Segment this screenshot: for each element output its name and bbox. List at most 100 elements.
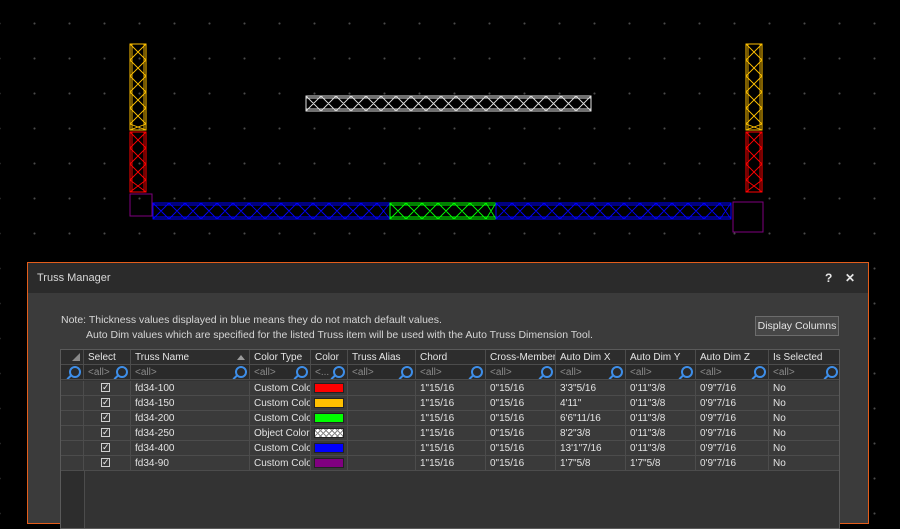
cell-auto-dim-y[interactable]: 0'11"3/8 bbox=[626, 411, 696, 426]
search-icon[interactable] bbox=[116, 366, 128, 378]
truss-bottom-left[interactable] bbox=[152, 202, 391, 220]
cell-auto-dim-z[interactable]: 0'9"7/16 bbox=[696, 396, 769, 411]
col-header-color-type[interactable]: Color Type bbox=[250, 350, 311, 365]
color-swatch[interactable] bbox=[314, 383, 344, 393]
select-cell[interactable]: ✓ bbox=[84, 441, 131, 456]
col-header-select[interactable]: Select bbox=[84, 350, 131, 365]
cell-cross-member[interactable]: 0"15/16 bbox=[486, 396, 556, 411]
cell-truss-name[interactable]: fd34-200 bbox=[131, 411, 250, 426]
cell-color[interactable] bbox=[311, 411, 348, 426]
display-columns-button[interactable]: Display Columns bbox=[755, 316, 839, 336]
col-header-truss-alias[interactable]: Truss Alias bbox=[348, 350, 416, 365]
cell-auto-dim-z[interactable]: 0'9"7/16 bbox=[696, 426, 769, 441]
checkbox-icon[interactable]: ✓ bbox=[101, 428, 110, 437]
col-header-is-selected[interactable]: Is Selected bbox=[769, 350, 839, 365]
cell-is-selected[interactable]: No bbox=[769, 396, 839, 411]
cell-auto-dim-y[interactable]: 1'7"5/8 bbox=[626, 456, 696, 471]
checkbox-icon[interactable]: ✓ bbox=[101, 383, 110, 392]
filter-truss-alias[interactable]: <all> bbox=[348, 365, 416, 380]
cell-auto-dim-y[interactable]: 0'11"3/8 bbox=[626, 441, 696, 456]
sort-icon[interactable] bbox=[237, 355, 245, 360]
search-icon[interactable] bbox=[541, 366, 553, 378]
truss-bottom-center[interactable] bbox=[389, 202, 497, 220]
cell-chord[interactable]: 1"15/16 bbox=[416, 411, 486, 426]
cell-auto-dim-x[interactable]: 3'3"5/16 bbox=[556, 381, 626, 396]
cell-truss-alias[interactable] bbox=[348, 426, 416, 441]
select-cell[interactable]: ✓ bbox=[84, 411, 131, 426]
cell-cross-member[interactable]: 0"15/16 bbox=[486, 381, 556, 396]
close-icon[interactable]: ✕ bbox=[845, 271, 855, 285]
filter-search[interactable] bbox=[61, 365, 84, 380]
cell-auto-dim-y[interactable]: 0'11"3/8 bbox=[626, 381, 696, 396]
cell-truss-name[interactable]: fd34-400 bbox=[131, 441, 250, 456]
cell-truss-alias[interactable] bbox=[348, 456, 416, 471]
cell-truss-alias[interactable] bbox=[348, 381, 416, 396]
cell-cross-member[interactable]: 0"15/16 bbox=[486, 441, 556, 456]
cell-auto-dim-z[interactable]: 0'9"7/16 bbox=[696, 411, 769, 426]
cell-auto-dim-z[interactable]: 0'9"7/16 bbox=[696, 381, 769, 396]
truss-right-top[interactable] bbox=[745, 43, 763, 131]
cell-auto-dim-z[interactable]: 0'9"7/16 bbox=[696, 441, 769, 456]
cell-color[interactable] bbox=[311, 396, 348, 411]
title-bar[interactable]: Truss Manager ? ✕ bbox=[28, 263, 868, 293]
cell-color-type[interactable]: Custom Color bbox=[250, 381, 311, 396]
cell-chord[interactable]: 1"15/16 bbox=[416, 381, 486, 396]
cell-color-type[interactable]: Custom Color bbox=[250, 411, 311, 426]
cell-color[interactable] bbox=[311, 381, 348, 396]
cell-auto-dim-z[interactable]: 0'9"7/16 bbox=[696, 456, 769, 471]
cell-color-type[interactable]: Object Color bbox=[250, 426, 311, 441]
select-cell[interactable]: ✓ bbox=[84, 381, 131, 396]
checkbox-icon[interactable]: ✓ bbox=[101, 458, 110, 467]
cell-auto-dim-x[interactable]: 6'6"11/16 bbox=[556, 411, 626, 426]
filter-color-type[interactable]: <all> bbox=[250, 365, 311, 380]
cell-is-selected[interactable]: No bbox=[769, 441, 839, 456]
cell-chord[interactable]: 1"15/16 bbox=[416, 426, 486, 441]
truss-grid[interactable]: Select Truss Name Color Type Color Truss Ali… bbox=[60, 349, 840, 529]
header-corner[interactable] bbox=[61, 350, 84, 365]
cell-cross-member[interactable]: 0"15/16 bbox=[486, 456, 556, 471]
truss-left-corner[interactable] bbox=[129, 193, 153, 217]
filter-is-selected[interactable]: <all> bbox=[769, 365, 839, 380]
filter-chord[interactable]: <all> bbox=[416, 365, 486, 380]
color-swatch[interactable] bbox=[314, 443, 344, 453]
cell-is-selected[interactable]: No bbox=[769, 381, 839, 396]
checkbox-icon[interactable]: ✓ bbox=[101, 413, 110, 422]
cell-truss-name[interactable]: fd34-100 bbox=[131, 381, 250, 396]
search-icon[interactable] bbox=[296, 366, 308, 378]
cell-color[interactable] bbox=[311, 426, 348, 441]
cell-cross-member[interactable]: 0"15/16 bbox=[486, 411, 556, 426]
cell-truss-name[interactable]: fd34-250 bbox=[131, 426, 250, 441]
row-indicator[interactable] bbox=[61, 396, 84, 411]
search-icon[interactable] bbox=[69, 366, 81, 378]
color-swatch[interactable] bbox=[314, 428, 344, 438]
col-header-truss-name[interactable]: Truss Name bbox=[131, 350, 250, 365]
col-header-auto-dim-x[interactable]: Auto Dim X bbox=[556, 350, 626, 365]
cell-color[interactable] bbox=[311, 441, 348, 456]
cell-chord[interactable]: 1"15/16 bbox=[416, 396, 486, 411]
color-swatch[interactable] bbox=[314, 398, 344, 408]
search-icon[interactable] bbox=[681, 366, 693, 378]
cell-truss-alias[interactable] bbox=[348, 411, 416, 426]
search-icon[interactable] bbox=[235, 366, 247, 378]
cell-auto-dim-y[interactable]: 0'11"3/8 bbox=[626, 426, 696, 441]
truss-bottom-right[interactable] bbox=[495, 202, 732, 220]
cell-color-type[interactable]: Custom Color bbox=[250, 396, 311, 411]
filter-color[interactable]: <... bbox=[311, 365, 348, 380]
cell-is-selected[interactable]: No bbox=[769, 456, 839, 471]
col-header-cross-member[interactable]: Cross-Member bbox=[486, 350, 556, 365]
cell-truss-alias[interactable] bbox=[348, 441, 416, 456]
filter-truss-name[interactable]: <all> bbox=[131, 365, 250, 380]
cell-auto-dim-x[interactable]: 8'2"3/8 bbox=[556, 426, 626, 441]
col-header-chord[interactable]: Chord bbox=[416, 350, 486, 365]
select-cell[interactable]: ✓ bbox=[84, 456, 131, 471]
cell-auto-dim-x[interactable]: 1'7"5/8 bbox=[556, 456, 626, 471]
cell-auto-dim-x[interactable]: 13'1"7/16 bbox=[556, 441, 626, 456]
checkbox-icon[interactable]: ✓ bbox=[101, 443, 110, 452]
truss-floating[interactable] bbox=[305, 95, 592, 112]
cell-auto-dim-x[interactable]: 4'11" bbox=[556, 396, 626, 411]
cell-truss-alias[interactable] bbox=[348, 396, 416, 411]
search-icon[interactable] bbox=[333, 366, 345, 378]
color-swatch[interactable] bbox=[314, 458, 344, 468]
row-indicator[interactable] bbox=[61, 426, 84, 441]
cell-cross-member[interactable]: 0"15/16 bbox=[486, 426, 556, 441]
